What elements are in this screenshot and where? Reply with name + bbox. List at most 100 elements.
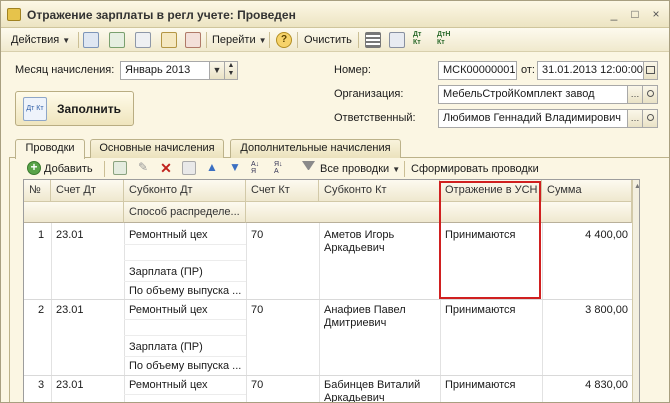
subconto-dt-2: Зарплата (ПР) [129, 341, 203, 353]
subconto-dt-1: Ремонтный цех [129, 379, 208, 391]
toolbar-divider [358, 32, 359, 48]
column-header-account-kt[interactable]: Счет Кт [246, 180, 319, 202]
row-divider [24, 299, 632, 300]
tab-postings[interactable]: Проводки [15, 139, 85, 159]
dt-kt-n-button[interactable]: ДтН Кт [437, 31, 459, 49]
end-edit-icon[interactable] [182, 161, 196, 175]
fill-button[interactable]: Дт Кт Заполнить [15, 91, 134, 126]
add-button[interactable]: Добавить [44, 161, 93, 177]
all-postings-button[interactable]: Все проводки ▼ [320, 161, 400, 177]
move-up-icon[interactable]: ▲ [205, 161, 219, 175]
organization-open-button[interactable] [642, 85, 658, 104]
grid-line [319, 223, 320, 402]
row-divider [24, 375, 632, 376]
number-field[interactable]: МСК00000001 [438, 61, 517, 80]
grid-line [124, 394, 246, 395]
calendar-button[interactable] [643, 61, 658, 80]
help-icon[interactable]: ? [276, 32, 292, 48]
move-down-icon[interactable]: ▼ [228, 161, 242, 175]
responsible-field[interactable]: Любимов Геннадий Владимирович [438, 109, 628, 128]
window-title: Отражение зарплаты в регл учете: Проведе… [27, 8, 296, 22]
tab-main-accruals[interactable]: Основные начисления [90, 139, 224, 158]
organization-select-button[interactable]: … [627, 85, 643, 104]
document-icon [7, 8, 21, 21]
all-postings-label: Все проводки [320, 163, 390, 175]
dt-kt-icon: Дт Кт [23, 97, 47, 121]
row-num: 3 [38, 379, 45, 391]
sort-desc-icon[interactable]: Я↓ А [274, 161, 288, 175]
actions-label: Действия [11, 34, 60, 46]
fill-button-label: Заполнить [57, 102, 121, 116]
date-label: от: [521, 64, 535, 76]
document-window: Отражение зарплаты в регл учете: Проведе… [0, 0, 670, 403]
actions-menu[interactable]: Действия ▼ [11, 31, 70, 49]
sum-value: 4 830,00 [585, 379, 628, 391]
subconto-kt-2: Аркадьевич [324, 392, 385, 403]
column-header-subconto-dt[interactable]: Субконто Дт [124, 180, 246, 202]
chevron-down-icon: ▼ [392, 165, 401, 174]
month-dropdown-button[interactable]: ▼ [209, 61, 225, 80]
clear-button[interactable]: Очистить [304, 31, 352, 49]
toolbar-divider [78, 32, 79, 48]
vertical-scrollbar[interactable]: ▲ [632, 180, 639, 402]
minimize-button[interactable]: _ [606, 6, 622, 22]
grid-line [124, 281, 246, 282]
toolbar-divider [206, 32, 207, 48]
column-header-account-dt[interactable]: Счет Дт [51, 180, 124, 202]
grid-line [51, 223, 52, 402]
maximize-button[interactable]: □ [627, 6, 643, 22]
column-header-sum[interactable]: Сумма [542, 180, 632, 202]
organization-label: Организация: [334, 88, 404, 100]
month-label: Месяц начисления: [15, 64, 115, 76]
month-field[interactable]: Январь 2013 [120, 61, 210, 80]
number-label: Номер: [334, 64, 371, 76]
organization-field[interactable]: МебельСтройКомплект завод [438, 85, 628, 104]
date-field[interactable]: 31.01.2013 12:00:00 [537, 61, 644, 80]
sort-asc-icon[interactable]: А↓ Я [251, 161, 265, 175]
responsible-label: Ответственный: [334, 112, 416, 124]
chevron-down-icon: ▼ [258, 36, 267, 45]
goto-menu[interactable]: Перейти ▼ [212, 31, 267, 49]
refresh-icon[interactable] [109, 32, 125, 48]
column-header-num[interactable]: № [24, 180, 51, 202]
toolbar: Действия ▼ Перейти ▼ ? Очистить Дт Кт ДтН … [1, 28, 669, 52]
grid-line [124, 335, 246, 336]
grid-line [124, 319, 246, 320]
toolbar-divider [269, 32, 270, 48]
postings-table: № Счет Дт Субконто Дт Счет Кт Субконто К… [23, 179, 640, 403]
delete-icon[interactable]: ✕ [159, 161, 173, 175]
grid-line [124, 223, 125, 402]
column-header-distribution[interactable]: Способ распределе... [124, 202, 246, 223]
account-kt: 70 [251, 379, 264, 391]
subconto-dt-1: Ремонтный цех [129, 229, 208, 241]
list-icon[interactable] [365, 32, 381, 48]
copy-row-icon[interactable] [113, 161, 127, 175]
usn-value: Принимаются [445, 379, 516, 391]
edit-icon[interactable]: ✎ [136, 161, 150, 175]
grid-line [124, 260, 246, 261]
form-postings-button[interactable]: Сформировать проводки [411, 161, 539, 177]
responsible-open-button[interactable] [642, 109, 658, 128]
post-icon[interactable] [161, 32, 177, 48]
calendar-icon [646, 66, 655, 74]
subconto-dt-3: По объему выпуска ... [129, 285, 242, 297]
add-icon: + [27, 161, 41, 175]
subconto-kt-1: Анафиев Павел [324, 304, 406, 316]
account-dt: 23.01 [56, 304, 84, 316]
tab-additional-accruals[interactable]: Дополнительные начисления [230, 139, 401, 158]
usn-column-highlight [439, 181, 541, 299]
month-stepper[interactable]: ▲ ▼ [224, 61, 238, 80]
structure-icon[interactable] [389, 32, 405, 48]
dt-kt-button[interactable]: Дт Кт [413, 31, 431, 49]
copy-icon[interactable] [135, 32, 151, 48]
toolbar-divider [297, 32, 298, 48]
toolbar-divider [404, 161, 405, 177]
responsible-select-button[interactable]: … [627, 109, 643, 128]
column-header-subconto-kt[interactable]: Субконто Кт [319, 180, 440, 202]
subconto-dt-1: Ремонтный цех [129, 304, 208, 316]
close-button[interactable]: × [648, 6, 664, 22]
search-icon [646, 90, 654, 97]
back-icon[interactable] [83, 32, 99, 48]
scroll-up-icon[interactable]: ▲ [633, 180, 639, 194]
unpost-icon[interactable] [185, 32, 201, 48]
